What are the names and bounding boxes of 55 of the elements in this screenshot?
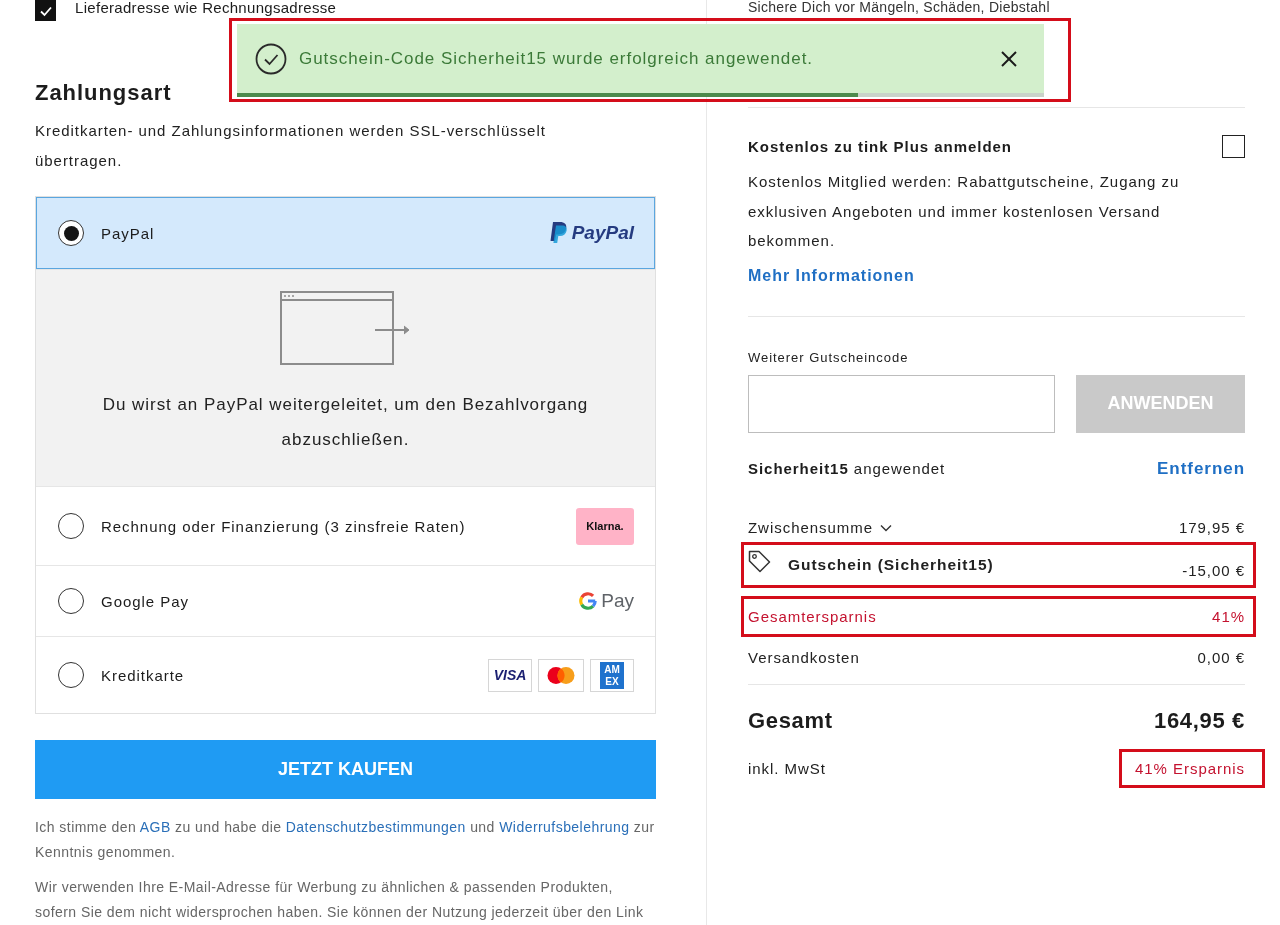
ssl-note: Kreditkarten- und Zahlungsinformationen werden SSL-verschlüsselt übertragen.	[35, 121, 547, 171]
visa-card-logo: VISA	[488, 658, 532, 692]
summary-label: Zwischensumme	[748, 519, 873, 536]
overlapping-circles-card-icon	[538, 658, 584, 692]
inline-link[interactable]: AGB	[139, 819, 171, 835]
summary-label: Gutschein (Sicherheit15)	[788, 555, 994, 574]
inline-link[interactable]: Datenschutzbestimmungen	[285, 819, 466, 835]
legal-text: Ich stimme den AGB zu und habe die Datenschutzbestimmungen und Widerrufsbelehrung zur Kenntnis genommen.	[35, 818, 656, 862]
payment-method-label: Kreditkarte	[101, 666, 186, 684]
total-label: Gesamt	[748, 706, 833, 735]
tag-icon	[748, 549, 771, 573]
close-icon	[1000, 49, 1018, 68]
summary-label: Gesamtersparnis	[748, 607, 877, 625]
paypal-wordmark: PayPal	[571, 222, 634, 244]
applied-code-text: Sicherheit15 angewendet	[748, 458, 946, 479]
klarna-badge: Klarna.	[576, 507, 634, 545]
summary-amount: 0,00 €	[1197, 649, 1245, 666]
checkbox-label: Lieferadresse wie Rechnungsadresse	[75, 0, 337, 16]
radio-button[interactable]	[58, 662, 84, 688]
payment-method-label: Rechnung oder Finanzierung (3 zinsfreie Raten)	[101, 517, 467, 535]
radio-button[interactable]	[58, 220, 84, 246]
section-heading: Zahlungsart	[35, 79, 173, 107]
summary-amount: 179,95 €	[1178, 519, 1245, 536]
radio-button[interactable]	[58, 588, 84, 614]
payment-method-label: Google Pay	[101, 592, 190, 610]
membership-title: Kostenlos zu tink Plus anmelden	[748, 138, 1012, 155]
savings-text: 41% Ersparnis	[1134, 759, 1245, 777]
voucher-code-input[interactable]	[748, 374, 1055, 433]
redirect-message: Du wirst an PayPal weitergeleitet, um den Bezahlvorgang abzuschließen.	[101, 394, 590, 451]
amex-card-logo: AMEX	[590, 658, 634, 692]
g-letter-icon	[579, 592, 598, 610]
toast-message: Gutschein-Code Sicherheit15 wurde erfolgreich angewendet.	[299, 48, 814, 69]
radio-button[interactable]	[58, 513, 84, 539]
inline-link[interactable]: Widerrufsbelehrung	[499, 819, 630, 835]
buy-now-button[interactable]: JETZT KAUFEN	[35, 740, 656, 799]
chevron-down-icon[interactable]	[880, 523, 892, 532]
legal-text: Wir verwenden Ihre E-Mail-Adresse für Werbung zu ähnlichen & passenden Produkten, sofern Sie dem nicht widersprochen haben. Sie können der Nutzung jederzeit über den Link	[35, 878, 645, 922]
summary-amount: 41%	[1212, 607, 1245, 625]
p-mark-icon	[548, 222, 568, 244]
more-info-link[interactable]: Mehr Informationen	[748, 264, 915, 287]
summary-amount: -15,00 €	[1182, 561, 1245, 579]
tax-note: inkl. MwSt	[748, 759, 826, 777]
checkbox[interactable]	[35, 0, 56, 21]
payment-method-label: PayPal	[101, 224, 156, 242]
checkbox[interactable]	[1222, 135, 1245, 158]
summary-label: Versandkosten	[748, 649, 860, 666]
field-label: Weiterer Gutscheincode	[748, 349, 910, 366]
membership-description: Kostenlos Mitglied werden: Rabattgutscheine, Zugang zu exklusiven Angeboten und immer kostenlosen Versand bekommen.	[748, 172, 1181, 251]
check-circle-icon	[255, 42, 287, 75]
remove-link[interactable]: Entfernen	[1157, 457, 1245, 480]
total-amount: 164,95 €	[1154, 706, 1245, 735]
payment-option[interactable]: PayPal PayPal	[36, 197, 655, 269]
pay-wordmark: Pay	[601, 590, 634, 612]
protection-note: Sichere Dich vor Mängeln, Schäden, Diebstahl	[748, 0, 1051, 15]
browser-window-arrow-icon	[279, 291, 412, 366]
